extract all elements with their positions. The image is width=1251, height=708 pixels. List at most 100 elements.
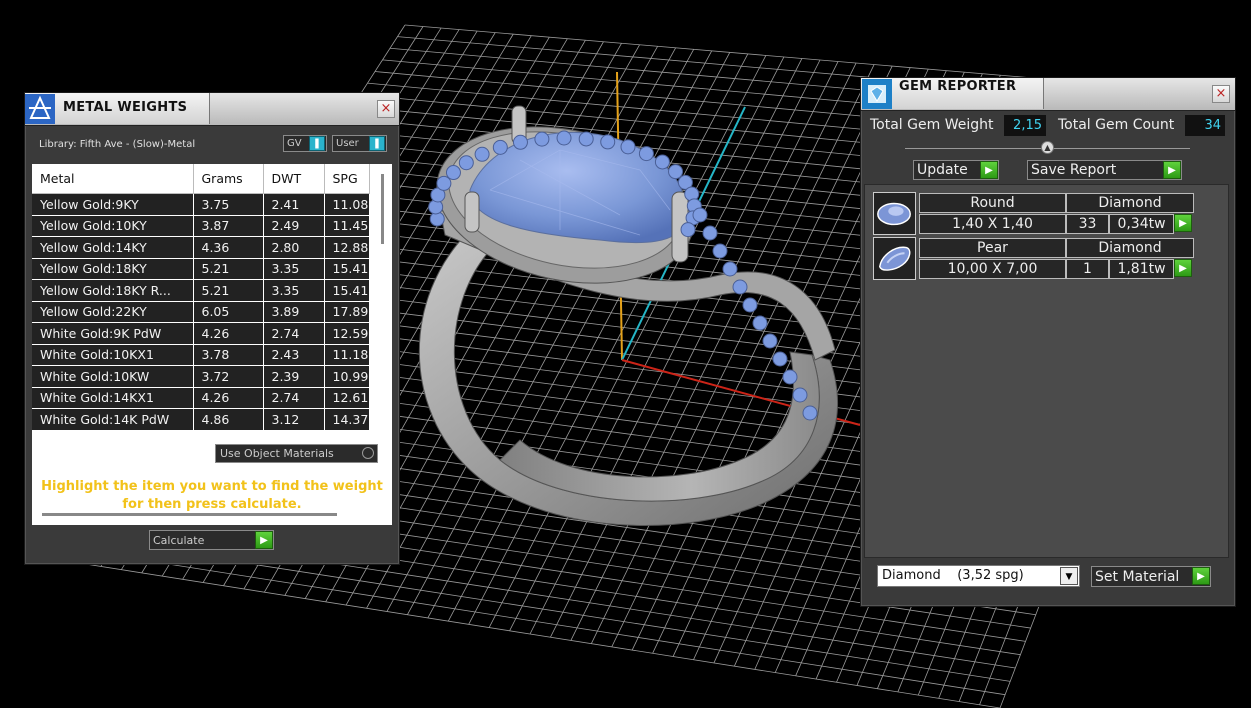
play-arrow-icon[interactable]: ▶ (980, 161, 998, 179)
table-cell: 17.89 (324, 301, 370, 323)
play-arrow-icon[interactable]: ▶ (1174, 214, 1192, 232)
table-cell: 11.18 (324, 344, 370, 366)
table-cell: Yellow Gold:9KY (32, 193, 194, 216)
table-row[interactable]: White Gold:14K PdW 4.86 3.12 14.37 (32, 408, 370, 431)
table-cell: 2.74 (263, 387, 325, 409)
metal-weights-panel: METAL WEIGHTS × Library: Fifth Ave - (Sl… (24, 92, 400, 565)
play-arrow-icon[interactable]: ▶ (1163, 161, 1181, 179)
table-cell: 3.87 (193, 215, 264, 237)
table-cell: White Gold:14KX1 (32, 387, 194, 409)
play-arrow-icon[interactable]: ▶ (1174, 259, 1192, 277)
table-row[interactable]: Yellow Gold:22KY 6.05 3.89 17.89 (32, 301, 370, 323)
table-cell: 15.41 (324, 279, 370, 302)
pear-gem-icon (873, 237, 916, 280)
table-cell: 3.35 (263, 279, 325, 302)
gem-shape: Pear (919, 238, 1066, 258)
radio-icon[interactable] (362, 447, 374, 459)
gem-material: Diamond (1066, 238, 1194, 258)
slider-knob[interactable]: ▲ (1041, 141, 1054, 154)
metal-table-container[interactable]: Metal Grams DWT SPG Yellow Gold:9KY 3.75 2.41… (32, 164, 392, 525)
table-cell: Yellow Gold:14KY (32, 236, 194, 259)
table-row[interactable]: Yellow Gold:18KY R... 5.21 3.35 15.41 (32, 279, 370, 302)
table-cell: 11.45 (324, 215, 370, 237)
use-object-materials-label: Use Object Materials (220, 447, 334, 460)
gem-reporter-title: GEM REPORTER (899, 79, 1017, 94)
table-cell: 4.26 (193, 322, 264, 345)
gem-material: Diamond (1066, 193, 1194, 213)
metal-weights-close-icon[interactable]: × (377, 100, 395, 118)
table-cell: 4.36 (193, 236, 264, 259)
set-material-button[interactable]: Set Material ▶ (1091, 566, 1211, 587)
table-cell: 5.21 (193, 279, 264, 302)
gem-reporter-titlebar[interactable]: GEM REPORTER × (861, 78, 1235, 111)
table-row[interactable]: Yellow Gold:18KY 5.21 3.35 15.41 (32, 258, 370, 280)
table-row[interactable]: White Gold:9K PdW 4.26 2.74 12.59 (32, 322, 370, 345)
table-cell: 10.99 (324, 365, 370, 388)
column-header[interactable]: Metal (32, 164, 194, 194)
save-report-button[interactable]: Save Report ▶ (1027, 160, 1182, 180)
gem-row-pear[interactable]: Pear Diamond 10,00 X 7,00 1 1,81tw ▶ (873, 237, 1194, 280)
table-row[interactable]: White Gold:14KX1 4.26 2.74 12.61 (32, 387, 370, 409)
table-cell: 15.41 (324, 258, 370, 280)
table-cell: 2.74 (263, 322, 325, 345)
table-cell: 4.86 (193, 408, 264, 431)
calculate-label: Calculate (153, 534, 205, 547)
gem-size: 1,40 X 1,40 (919, 214, 1066, 234)
user-label: User (336, 138, 359, 149)
table-cell: White Gold:14K PdW (32, 408, 194, 431)
table-cell: 3.35 (263, 258, 325, 280)
gem-row-round[interactable]: Round Diamond 1,40 X 1,40 33 0,34tw ▶ (873, 192, 1194, 235)
table-cell: White Gold:10KW (32, 365, 194, 388)
table-row[interactable]: White Gold:10KX1 3.78 2.43 11.18 (32, 344, 370, 366)
table-row[interactable]: White Gold:10KW 3.72 2.39 10.99 (32, 365, 370, 388)
table-cell: 11.08 (324, 193, 370, 216)
set-material-label: Set Material (1095, 569, 1180, 585)
metal-table: Metal Grams DWT SPG Yellow Gold:9KY 3.75 2.41… (32, 164, 370, 431)
table-cell: 12.59 (324, 322, 370, 345)
table-row[interactable]: Yellow Gold:10KY 3.87 2.49 11.45 (32, 215, 370, 237)
metal-weights-icon (25, 94, 55, 124)
metal-weights-title: METAL WEIGHTS (63, 100, 188, 115)
use-object-materials-option[interactable]: Use Object Materials (215, 444, 378, 463)
calculate-button[interactable]: Calculate ▶ (149, 530, 274, 550)
play-arrow-icon[interactable]: ▶ (1192, 567, 1210, 585)
vertical-scrollbar[interactable] (381, 174, 384, 244)
user-toggle-icon[interactable]: ❚ (369, 136, 385, 151)
table-cell: Yellow Gold:18KY (32, 258, 194, 280)
table-cell: White Gold:9K PdW (32, 322, 194, 345)
gem-count: 33 (1066, 214, 1109, 234)
save-report-label: Save Report (1031, 162, 1117, 178)
update-button[interactable]: Update ▶ (913, 160, 999, 180)
metal-weights-titlebar[interactable]: METAL WEIGHTS × (25, 93, 399, 126)
table-cell: 2.39 (263, 365, 325, 388)
table-cell: White Gold:10KX1 (32, 344, 194, 366)
table-row[interactable]: Yellow Gold:9KY 3.75 2.41 11.08 (32, 193, 370, 216)
table-row[interactable]: Yellow Gold:14KY 4.36 2.80 12.88 (32, 236, 370, 259)
library-label: Library: Fifth Ave - (Slow)-Metal (39, 139, 196, 150)
column-header[interactable]: SPG (324, 164, 370, 194)
total-gem-count-label: Total Gem Count (1058, 117, 1175, 133)
play-arrow-icon[interactable]: ▶ (255, 531, 273, 549)
table-cell: 4.26 (193, 387, 264, 409)
material-select[interactable]: Diamond (3,52 spg) ▼ (877, 565, 1080, 587)
gv-toggle-icon[interactable]: ❚ (309, 136, 325, 151)
gem-weight: 0,34tw (1109, 214, 1174, 234)
user-toggle[interactable]: User ❚ (332, 135, 387, 152)
gem-shape: Round (919, 193, 1066, 213)
chevron-down-icon[interactable]: ▼ (1060, 567, 1078, 585)
gv-label: GV (287, 138, 302, 149)
column-header[interactable]: DWT (263, 164, 325, 194)
gem-weight: 1,81tw (1109, 259, 1174, 279)
table-cell: 2.43 (263, 344, 325, 366)
gem-count: 1 (1066, 259, 1109, 279)
total-gem-weight-value: 2,15 (1004, 115, 1046, 136)
table-cell: 2.41 (263, 193, 325, 216)
table-cell: 12.88 (324, 236, 370, 259)
gem-reporter-close-icon[interactable]: × (1212, 85, 1230, 103)
gem-list[interactable]: Round Diamond 1,40 X 1,40 33 0,34tw ▶ Pe… (864, 184, 1229, 558)
gv-toggle[interactable]: GV ❚ (283, 135, 327, 152)
table-cell: Yellow Gold:22KY (32, 301, 194, 323)
column-header[interactable]: Grams (193, 164, 264, 194)
round-gem-icon (873, 192, 916, 235)
table-cell: 2.49 (263, 215, 325, 237)
